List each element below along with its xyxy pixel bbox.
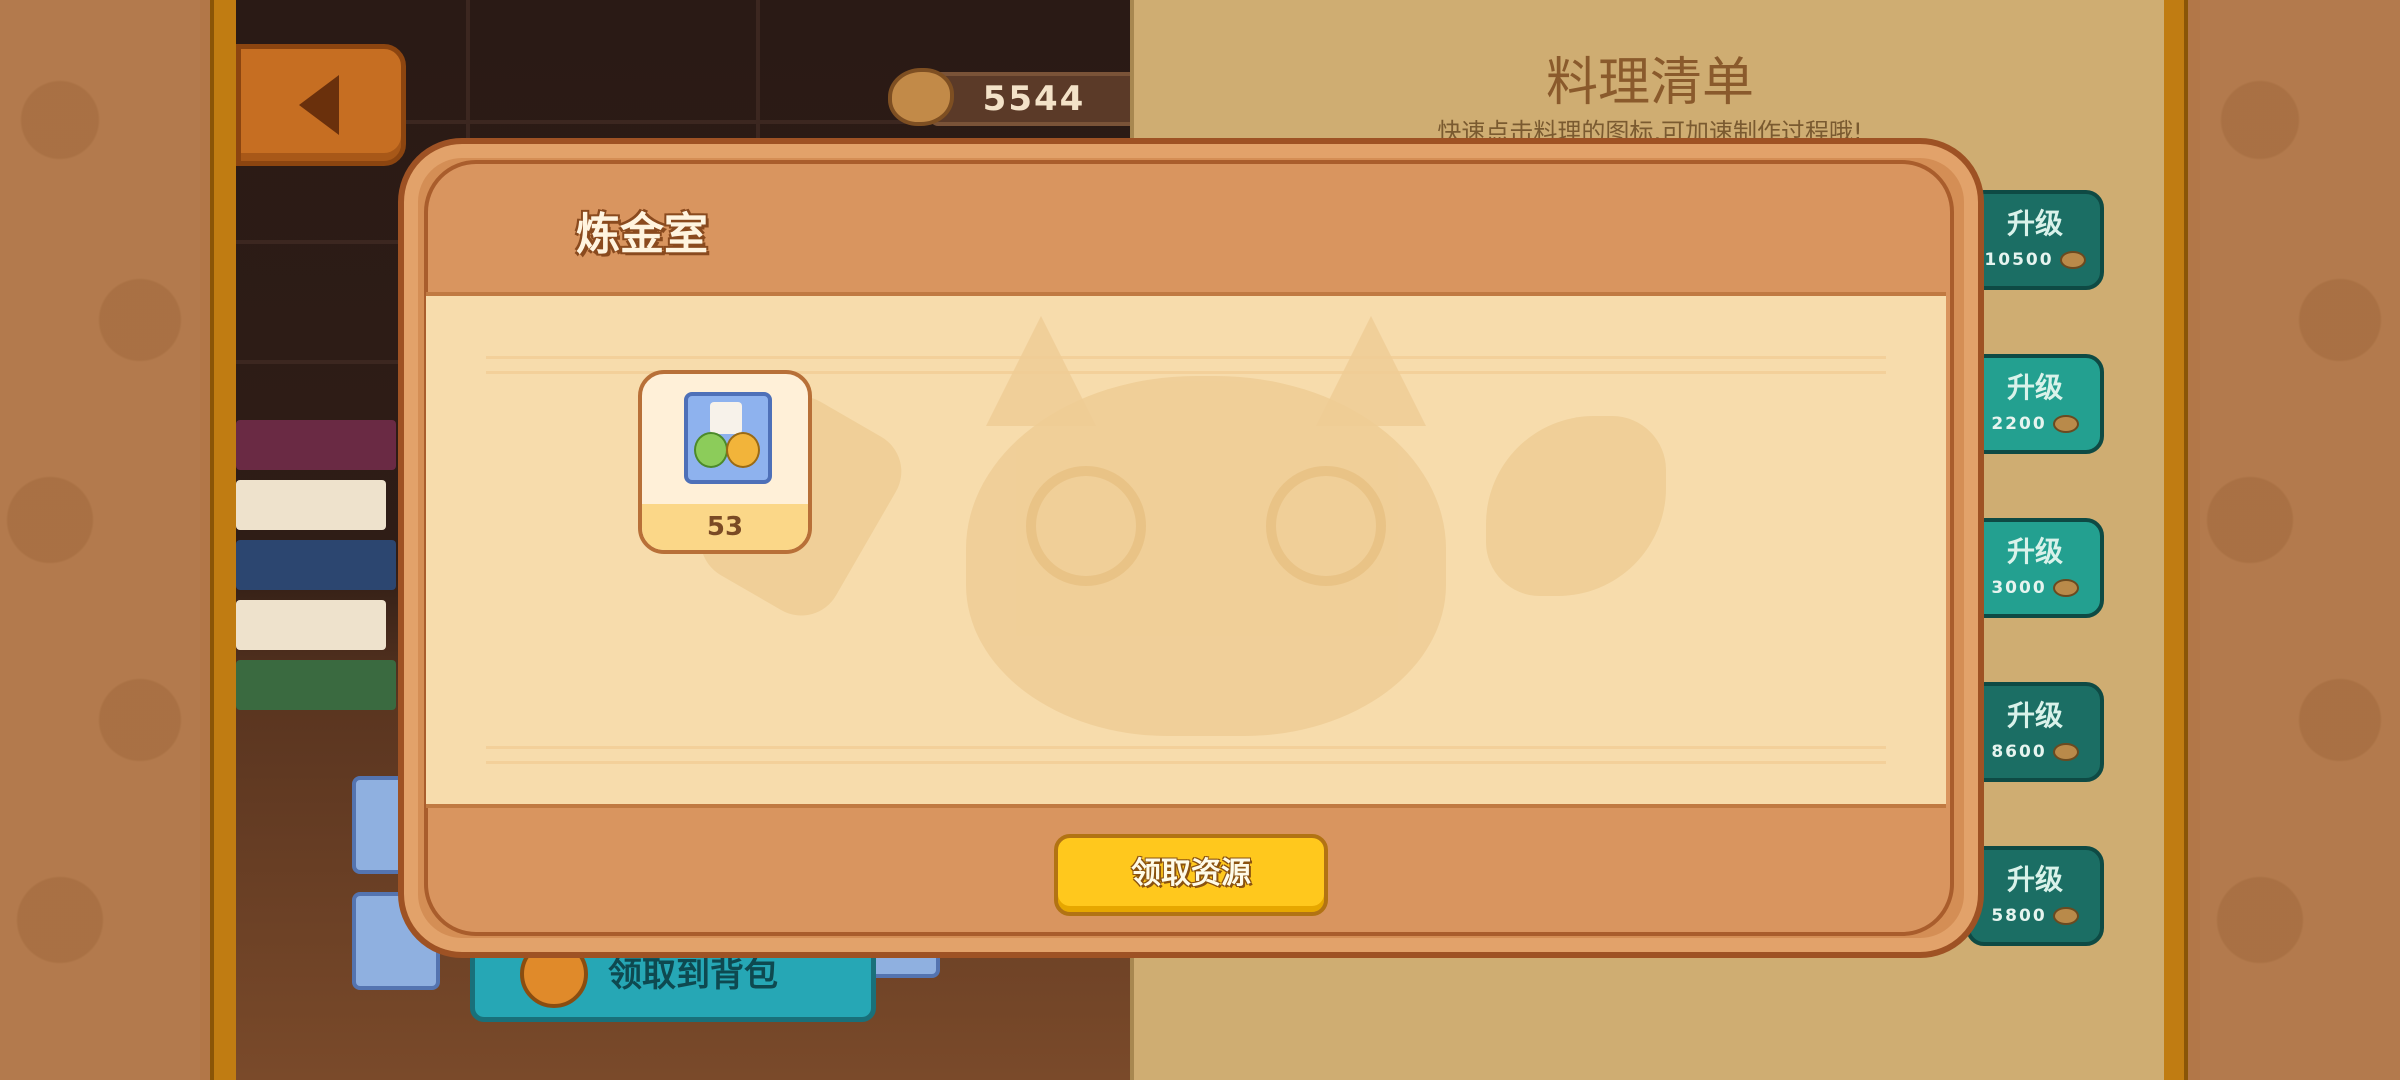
claim-resources-button[interactable]: 领取资源 xyxy=(1054,834,1328,916)
decorative-band xyxy=(486,746,1886,764)
cat-eye xyxy=(1266,466,1386,586)
cat-eye xyxy=(1026,466,1146,586)
resource-item-slot[interactable]: 53 xyxy=(638,370,812,554)
item-count: 53 xyxy=(642,504,808,550)
fish-watermark-icon xyxy=(1486,416,1666,596)
dialog-title: 炼金室 xyxy=(576,209,708,260)
alchemy-box-icon xyxy=(684,392,772,484)
claim-resources-label: 领取资源 xyxy=(1131,856,1251,891)
cat-watermark-icon xyxy=(966,376,1446,736)
